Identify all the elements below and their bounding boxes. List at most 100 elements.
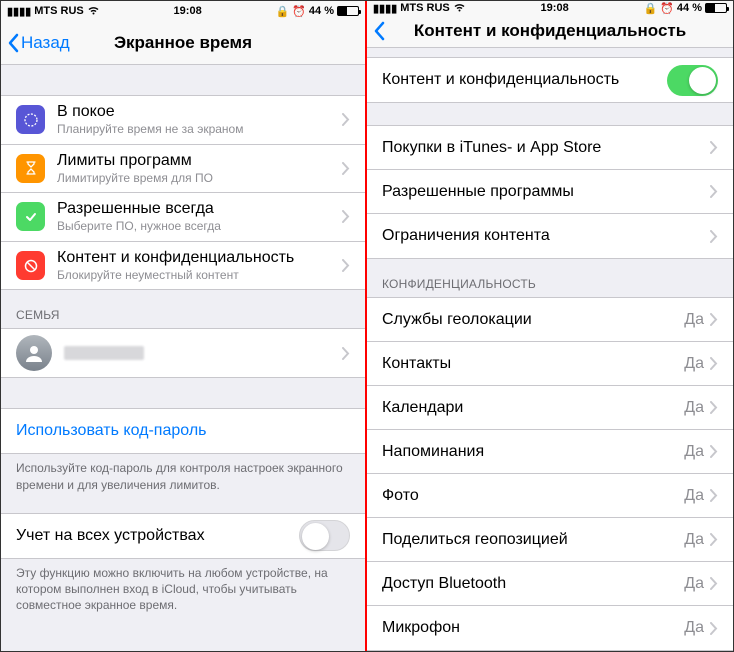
- status-bar: ▮▮▮▮ MTS RUS 19:08 🔒 ⏰ 44 %: [1, 1, 365, 21]
- time-label: 19:08: [541, 2, 569, 14]
- signal-icon: ▮▮▮▮: [7, 5, 31, 18]
- nav-bar: Контент и конфиденциальность: [367, 16, 733, 49]
- family-group: [1, 328, 365, 378]
- chevron-right-icon: [710, 622, 718, 635]
- microphone-row[interactable]: Микрофон Да: [367, 606, 733, 650]
- page-title: Контент и конфиденциальность: [367, 21, 733, 41]
- row-title: Разрешенные программы: [382, 182, 710, 202]
- restrictions-group: Покупки в iTunes- и App Store Разрешенны…: [367, 125, 733, 259]
- allowed-apps-row[interactable]: Разрешенные программы: [367, 170, 733, 214]
- privacy-header: КОНФИДЕНЦИАЛЬНОСТЬ: [367, 259, 733, 297]
- row-value: Да: [684, 575, 704, 593]
- member-name-blurred: [64, 346, 144, 360]
- content-privacy-pane: ▮▮▮▮ MTS RUS 19:08 🔒 ⏰ 44 % Контент и ко…: [367, 1, 733, 651]
- chevron-right-icon: [710, 141, 718, 154]
- chevron-right-icon: [710, 357, 718, 370]
- chevron-right-icon: [710, 230, 718, 243]
- family-member-row[interactable]: [1, 329, 365, 377]
- location-services-row[interactable]: Службы геолокации Да: [367, 298, 733, 342]
- row-title: Разрешенные всегда: [57, 199, 342, 219]
- carrier-label: MTS RUS: [400, 2, 450, 14]
- content-privacy-toggle-row[interactable]: Контент и конфиденциальность: [367, 58, 733, 102]
- passcode-footer: Используйте код-пароль для контроля наст…: [1, 454, 365, 500]
- carrier-label: MTS RUS: [34, 5, 84, 17]
- signal-icon: ▮▮▮▮: [373, 2, 397, 15]
- content-privacy-toggle[interactable]: [667, 65, 718, 96]
- back-button[interactable]: Назад: [1, 33, 70, 53]
- block-icon: [16, 251, 45, 280]
- row-title: Доступ Bluetooth: [382, 574, 684, 594]
- content-restrictions-row[interactable]: Ограничения контента: [367, 214, 733, 258]
- row-title: Учет на всех устройствах: [16, 526, 299, 546]
- row-subtitle: Блокируйте неуместный контент: [57, 268, 342, 284]
- row-subtitle: Лимитируйте время для ПО: [57, 171, 342, 187]
- avatar-icon: [16, 335, 52, 371]
- back-label: Назад: [21, 33, 70, 53]
- row-title: Напоминания: [382, 442, 684, 462]
- row-title: Фото: [382, 486, 684, 506]
- family-header: СЕМЬЯ: [1, 290, 365, 328]
- row-title: Контакты: [382, 354, 684, 374]
- row-subtitle: Планируйте время не за экраном: [57, 122, 342, 138]
- main-options-group: В покое Планируйте время не за экраном Л…: [1, 95, 365, 290]
- itunes-purchases-row[interactable]: Покупки в iTunes- и App Store: [367, 126, 733, 170]
- wifi-icon: [453, 2, 466, 15]
- share-group: Учет на всех устройствах: [1, 513, 365, 559]
- battery-pct: 44 %: [677, 2, 702, 14]
- toggle-group: Контент и конфиденциальность: [367, 57, 733, 103]
- back-button[interactable]: [367, 21, 385, 41]
- share-toggle[interactable]: [299, 520, 350, 551]
- chevron-right-icon: [342, 162, 350, 175]
- share-across-row[interactable]: Учет на всех устройствах: [1, 514, 365, 558]
- chevron-right-icon: [342, 113, 350, 126]
- photos-row[interactable]: Фото Да: [367, 474, 733, 518]
- chevron-right-icon: [710, 445, 718, 458]
- chevron-right-icon: [710, 577, 718, 590]
- share-location-row[interactable]: Поделиться геопозицией Да: [367, 518, 733, 562]
- battery-icon: [705, 3, 727, 13]
- row-value: Да: [684, 531, 704, 549]
- row-value: Да: [684, 443, 704, 461]
- status-bar: ▮▮▮▮ MTS RUS 19:08 🔒 ⏰ 44 %: [367, 1, 733, 16]
- chevron-right-icon: [342, 347, 350, 360]
- use-passcode-link[interactable]: Использовать код-пароль: [1, 409, 365, 453]
- app-limits-row[interactable]: Лимиты программ Лимитируйте время для ПО: [1, 145, 365, 194]
- row-value: Да: [684, 355, 704, 373]
- row-title: Поделиться геопозицией: [382, 530, 684, 550]
- hourglass-icon: [16, 154, 45, 183]
- alarm-icon: ⏰: [660, 2, 674, 15]
- row-value: Да: [684, 619, 704, 637]
- row-title: Лимиты программ: [57, 151, 342, 171]
- chevron-right-icon: [342, 210, 350, 223]
- row-title: Ограничения контента: [382, 226, 710, 246]
- content-privacy-row[interactable]: Контент и конфиденциальность Блокируйте …: [1, 242, 365, 290]
- row-title: Контент и конфиденциальность: [382, 70, 667, 90]
- privacy-group: Службы геолокации Да Контакты Да Календа…: [367, 297, 733, 651]
- time-label: 19:08: [174, 5, 202, 17]
- screen-time-pane: ▮▮▮▮ MTS RUS 19:08 🔒 ⏰ 44 % Назад Экранн…: [1, 1, 367, 651]
- bluetooth-row[interactable]: Доступ Bluetooth Да: [367, 562, 733, 606]
- row-title: Микрофон: [382, 618, 684, 638]
- reminders-row[interactable]: Напоминания Да: [367, 430, 733, 474]
- chevron-right-icon: [710, 533, 718, 546]
- row-value: Да: [684, 487, 704, 505]
- alarm-icon: ⏰: [292, 5, 306, 18]
- contacts-row[interactable]: Контакты Да: [367, 342, 733, 386]
- calendars-row[interactable]: Календари Да: [367, 386, 733, 430]
- battery-icon: [337, 6, 359, 16]
- always-allowed-row[interactable]: Разрешенные всегда Выберите ПО, нужное в…: [1, 193, 365, 242]
- orientation-lock-icon: 🔒: [644, 2, 658, 15]
- row-subtitle: Выберите ПО, нужное всегда: [57, 219, 342, 235]
- chevron-right-icon: [710, 401, 718, 414]
- link-label: Использовать код-пароль: [16, 421, 350, 441]
- downtime-row[interactable]: В покое Планируйте время не за экраном: [1, 96, 365, 145]
- nav-bar: Назад Экранное время: [1, 21, 365, 65]
- chevron-right-icon: [710, 313, 718, 326]
- chevron-right-icon: [342, 259, 350, 272]
- row-title: Календари: [382, 398, 684, 418]
- row-value: Да: [684, 311, 704, 329]
- downtime-icon: [16, 105, 45, 134]
- wifi-icon: [87, 5, 100, 18]
- passcode-group: Использовать код-пароль: [1, 408, 365, 454]
- orientation-lock-icon: 🔒: [276, 5, 290, 18]
